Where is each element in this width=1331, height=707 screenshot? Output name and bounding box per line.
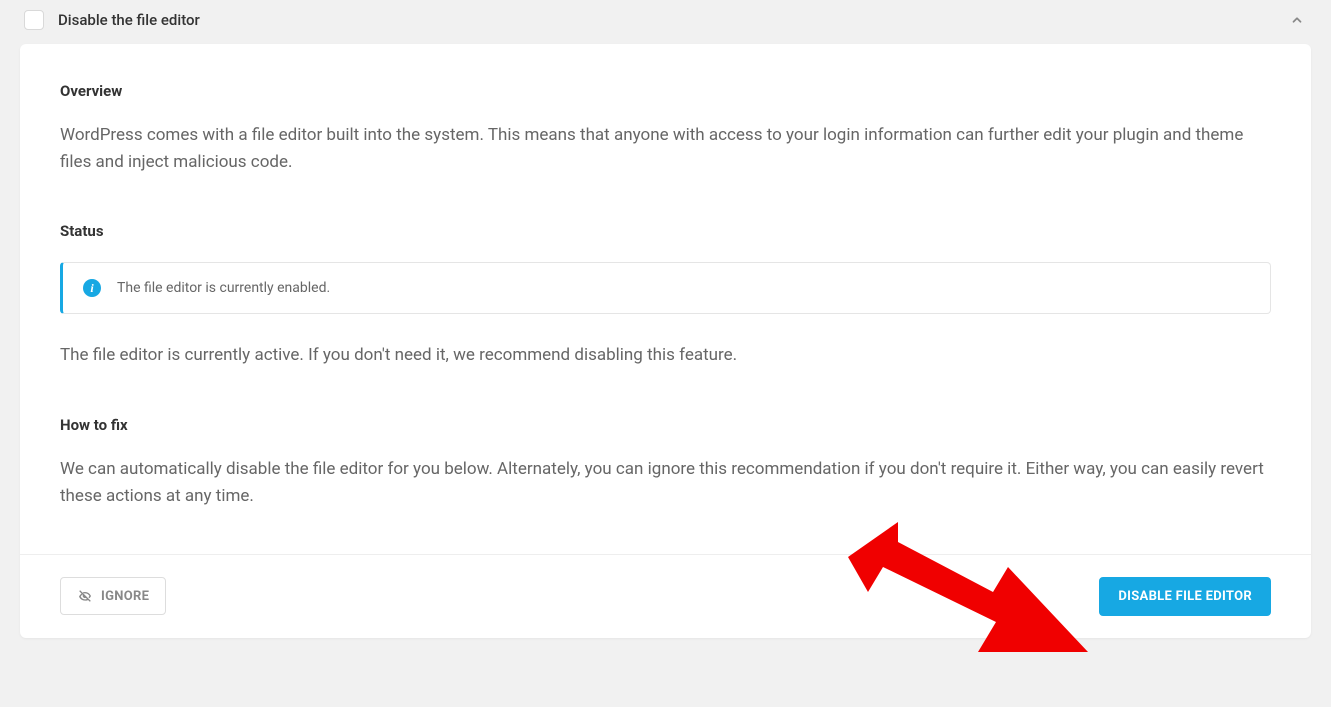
ignore-button[interactable]: IGNORE — [60, 577, 166, 615]
disable-file-editor-button[interactable]: DISABLE FILE EDITOR — [1099, 577, 1271, 616]
status-heading: Status — [60, 222, 1271, 240]
chevron-up-icon[interactable] — [1287, 10, 1307, 30]
panel-header[interactable]: Disable the file editor — [20, 0, 1311, 44]
eye-off-icon — [77, 588, 93, 604]
overview-heading: Overview — [60, 82, 1271, 100]
status-text: The file editor is currently active. If … — [60, 342, 1271, 369]
panel-footer: IGNORE DISABLE FILE EDITOR — [20, 554, 1311, 638]
info-icon: i — [83, 279, 101, 297]
checkbox-toggle[interactable] — [24, 10, 44, 30]
howfix-text: We can automatically disable the file ed… — [60, 456, 1271, 510]
panel-title: Disable the file editor — [58, 11, 200, 29]
status-notice-text: The file editor is currently enabled. — [117, 280, 330, 296]
status-notice: i The file editor is currently enabled. — [60, 262, 1271, 314]
ignore-button-label: IGNORE — [101, 590, 149, 603]
panel-body: Overview WordPress comes with a file edi… — [20, 44, 1311, 638]
overview-text: WordPress comes with a file editor built… — [60, 122, 1271, 176]
howfix-heading: How to fix — [60, 416, 1271, 434]
disable-file-editor-button-label: DISABLE FILE EDITOR — [1118, 590, 1252, 603]
